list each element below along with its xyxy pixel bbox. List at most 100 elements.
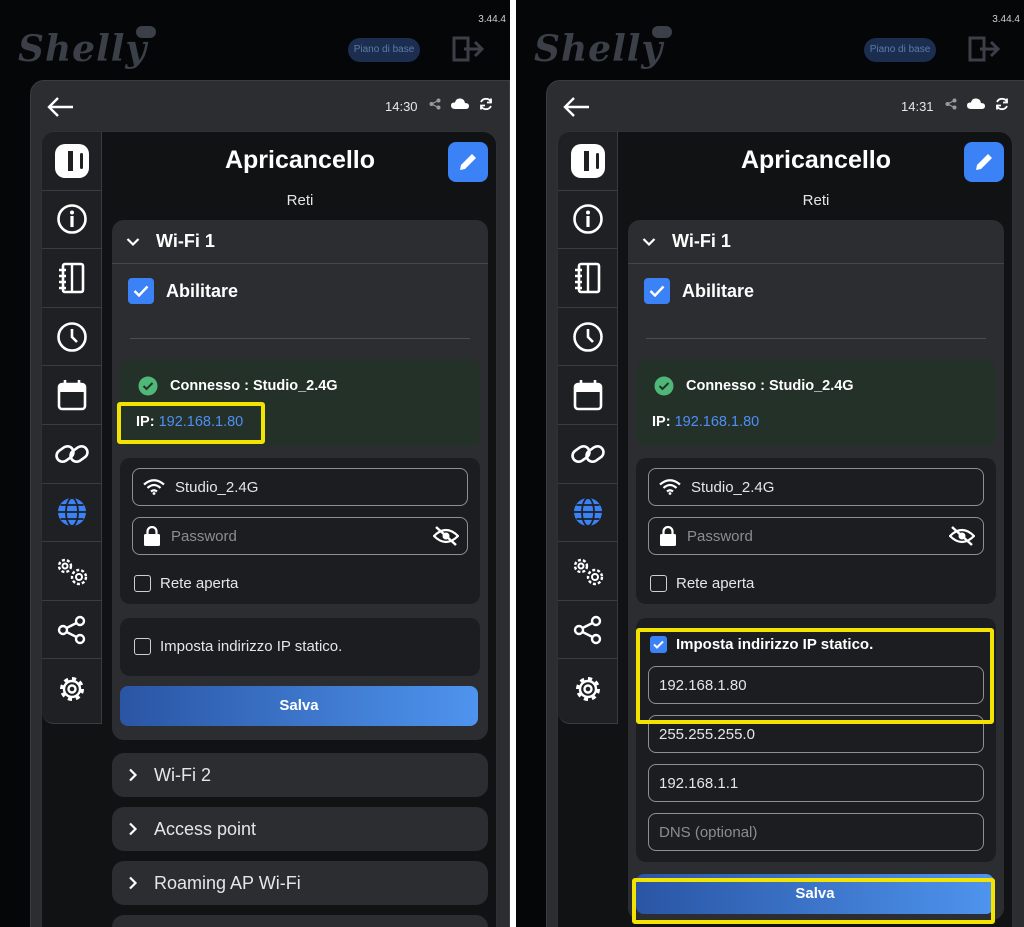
save-button[interactable]: Salva [120, 686, 478, 726]
open-network-label: Rete aperta [160, 575, 239, 592]
nav-calendar[interactable] [558, 366, 617, 425]
divider [646, 338, 986, 339]
nav-notebook[interactable] [558, 249, 617, 308]
gateway-field[interactable]: 192.168.1.1 [648, 764, 984, 802]
nav-networks[interactable] [42, 484, 101, 543]
ssid-field[interactable]: Studio_2.4G [132, 468, 468, 506]
nav-links[interactable] [42, 425, 101, 484]
roaming-label: Roaming AP Wi-Fi [154, 872, 301, 893]
lock-icon [660, 526, 676, 546]
ssid-field[interactable]: Studio_2.4G [648, 468, 984, 506]
refresh-icon[interactable] [479, 97, 493, 111]
connected-text: Connesso : Studio_2.4G [686, 378, 854, 394]
credentials-box: Studio_2.4G Password Rete aperta [120, 458, 480, 604]
nav-notebook[interactable] [42, 249, 101, 308]
nav-sharing[interactable] [42, 601, 101, 660]
back-arrow-icon[interactable] [45, 95, 75, 119]
eye-slash-icon[interactable] [433, 526, 459, 546]
app-version: 3.44.4 [478, 14, 506, 25]
clock-time: 14:31 [901, 99, 934, 114]
open-network-checkbox[interactable] [650, 575, 667, 592]
nav-device[interactable] [42, 132, 101, 191]
chevron-right-icon [129, 876, 138, 890]
info-icon [56, 204, 87, 235]
plan-button[interactable]: Piano di base [864, 38, 936, 62]
nav-networks[interactable] [558, 484, 617, 543]
connected-text: Connesso : Studio_2.4G [170, 378, 338, 394]
enable-checkbox[interactable] [128, 278, 154, 304]
nav-settings[interactable] [42, 659, 101, 718]
static-ip-checkbox[interactable] [134, 638, 151, 655]
side-navigation [558, 132, 618, 724]
wifi-icon [659, 479, 681, 495]
save-highlight-box [632, 878, 995, 924]
nav-schedule[interactable] [42, 308, 101, 367]
dns-field[interactable]: DNS (optional) [648, 813, 984, 851]
notebook-icon [58, 262, 84, 294]
nav-device[interactable] [558, 132, 617, 191]
logout-icon[interactable] [452, 34, 486, 64]
nav-settings[interactable] [558, 659, 617, 718]
edit-button[interactable] [448, 142, 488, 182]
divider [130, 338, 470, 339]
open-network-checkbox[interactable] [134, 575, 151, 592]
wifi1-header[interactable]: Wi-Fi 1 [628, 220, 1004, 264]
static-ip-highlight-box [636, 628, 994, 724]
side-navigation [42, 132, 102, 724]
nav-advanced[interactable] [558, 542, 617, 601]
nav-links[interactable] [558, 425, 617, 484]
password-field[interactable]: Password [648, 517, 984, 555]
ip-link[interactable]: 192.168.1.80 [675, 414, 760, 430]
nav-sharing[interactable] [558, 601, 617, 660]
back-arrow-icon[interactable] [561, 95, 591, 119]
share-icon [57, 615, 85, 644]
eye-slash-icon[interactable] [949, 526, 975, 546]
share-status-icon [429, 98, 441, 110]
ip-label: IP: [652, 414, 671, 430]
credentials-box: Studio_2.4G Password Rete aperta [636, 458, 996, 604]
app-version: 3.44.4 [992, 14, 1020, 25]
globe-icon [573, 497, 602, 528]
notebook-icon [574, 262, 600, 294]
netmask-value: 255.255.255.0 [659, 725, 755, 743]
wifi-icon [143, 479, 165, 495]
chevron-down-icon [642, 237, 656, 246]
device-panel: 14:30 Apricancello Reti Wi-Fi 1 Abilitar… [30, 80, 510, 927]
settings-icon [59, 676, 84, 701]
pencil-icon [460, 154, 476, 170]
check-icon [649, 285, 665, 297]
link-icon [54, 444, 89, 463]
nav-advanced[interactable] [42, 542, 101, 601]
nav-info[interactable] [42, 191, 101, 250]
cloud-icon [451, 98, 469, 109]
chevron-right-icon [129, 768, 138, 782]
nav-info[interactable] [558, 191, 617, 250]
plan-button[interactable]: Piano di base [348, 38, 420, 62]
edit-button[interactable] [964, 142, 1004, 182]
device-title: Apricancello [740, 146, 892, 174]
wifi1-header-label: Wi-Fi 1 [156, 231, 215, 251]
pencil-icon [976, 154, 992, 170]
access-point-label: Access point [154, 818, 257, 839]
next-section-partial[interactable] [112, 915, 488, 927]
logout-icon[interactable] [968, 34, 1002, 64]
wifi1-header[interactable]: Wi-Fi 1 [112, 220, 488, 264]
gears-icon [57, 558, 87, 586]
globe-icon [57, 497, 86, 528]
share-icon [573, 615, 601, 644]
password-placeholder: Password [171, 527, 237, 545]
enable-checkbox[interactable] [644, 278, 670, 304]
link-icon [570, 444, 605, 463]
wifi1-card: Wi-Fi 1 Abilitare Connesso : Studio_2.4G [112, 220, 488, 740]
password-field[interactable]: Password [132, 517, 468, 555]
refresh-icon[interactable] [995, 97, 1009, 111]
device-title: Apricancello [224, 146, 376, 174]
shelly-logo: Shelly [534, 28, 664, 70]
nav-schedule[interactable] [558, 308, 617, 367]
access-point-section[interactable]: Access point [112, 807, 488, 851]
gateway-value: 192.168.1.1 [659, 774, 739, 792]
gears-icon [573, 558, 603, 586]
roaming-section[interactable]: Roaming AP Wi-Fi [112, 861, 488, 905]
wifi2-section[interactable]: Wi-Fi 2 [112, 753, 488, 797]
nav-calendar[interactable] [42, 366, 101, 425]
